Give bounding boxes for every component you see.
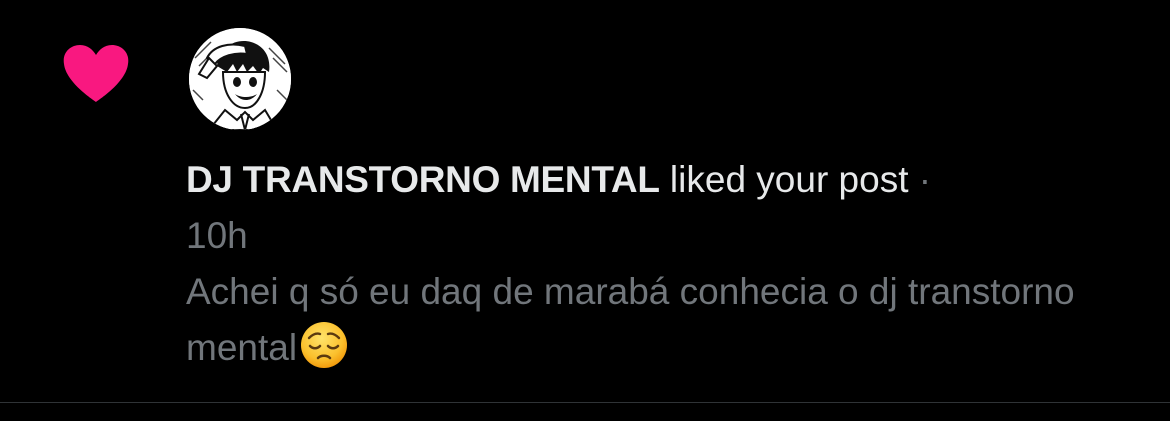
pensive-face-emoji-icon xyxy=(301,322,348,368)
notification-headline: DJ TRANSTORNO MENTAL liked your post · xyxy=(186,152,1086,208)
anime-character-icon xyxy=(189,28,291,130)
actor-name[interactable]: DJ TRANSTORNO MENTAL xyxy=(186,159,660,200)
heart-icon xyxy=(63,45,129,102)
timestamp: 10h xyxy=(186,215,248,256)
separator-dot: · xyxy=(918,159,932,200)
avatar[interactable] xyxy=(189,28,291,130)
notification-divider xyxy=(0,402,1170,403)
like-notification[interactable]: DJ TRANSTORNO MENTAL liked your post · 1… xyxy=(0,0,1170,402)
action-text: liked your post xyxy=(669,159,909,200)
post-preview[interactable]: Achei q só eu daq de marabá conhecia o d… xyxy=(186,264,1086,376)
notification-content: DJ TRANSTORNO MENTAL liked your post · 1… xyxy=(186,152,1086,376)
